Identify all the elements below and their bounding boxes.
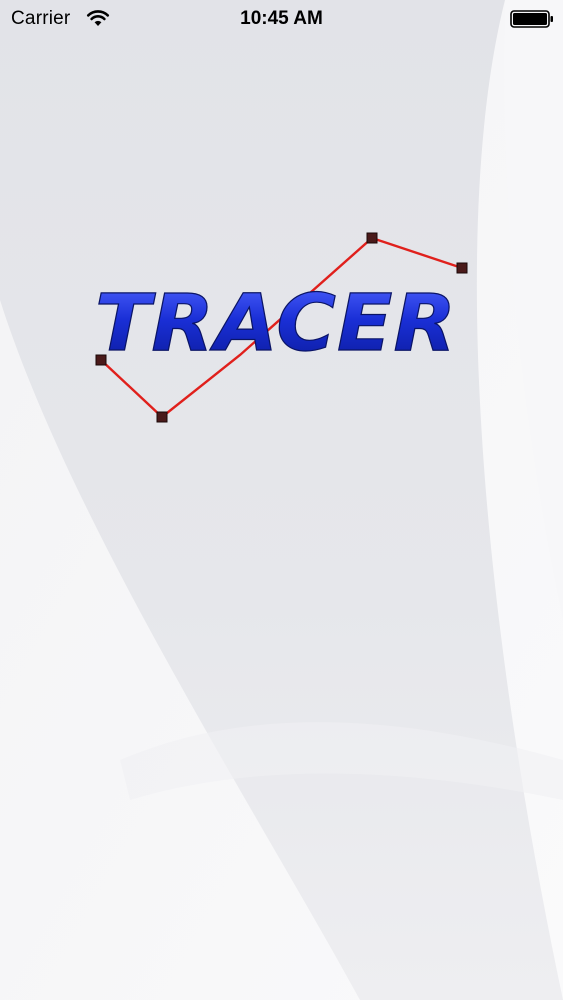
status-bar: Carrier 10:45 AM <box>0 0 563 40</box>
splash-screen: Carrier 10:45 AM TRACER <box>0 0 563 1000</box>
trace-node <box>456 262 468 274</box>
status-time: 10:45 AM <box>240 8 323 29</box>
battery-full-icon <box>510 10 553 28</box>
trace-node <box>366 232 378 244</box>
trace-node <box>156 411 168 423</box>
background-swoosh <box>0 0 563 1000</box>
logo-wordmark: TRACER <box>95 279 457 369</box>
tracer-logo: TRACER <box>94 232 468 423</box>
